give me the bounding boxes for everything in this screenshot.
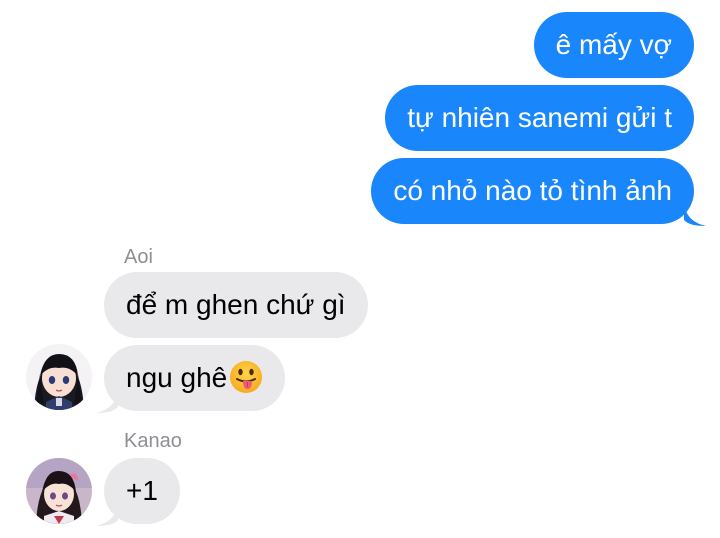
- bubble-tail: [96, 504, 118, 526]
- message-text: tự nhiên sanemi gửi t: [407, 102, 672, 133]
- bubble-tail: [684, 204, 706, 226]
- tongue-out-emoji-icon: [230, 361, 263, 393]
- message-text: có nhỏ nào tỏ tình ảnh: [393, 175, 672, 206]
- outgoing-message-bubble[interactable]: có nhỏ nào tỏ tình ảnh: [371, 158, 706, 226]
- message-text: để m ghen chứ gì: [126, 289, 346, 320]
- incoming-message-bubble[interactable]: +1: [96, 458, 180, 526]
- message-text: +1: [126, 475, 158, 506]
- bubble-tail: [96, 391, 118, 413]
- sender-name-aoi: Aoi: [124, 246, 153, 268]
- aoi-avatar-icon[interactable]: [26, 344, 92, 410]
- message-text: ê mấy vợ: [555, 29, 672, 60]
- outgoing-message-bubble[interactable]: tự nhiên sanemi gửi t: [385, 85, 694, 151]
- incoming-message-bubble[interactable]: ngu ghê: [96, 345, 286, 413]
- incoming-message-bubble[interactable]: để m ghen chứ gì: [104, 272, 368, 338]
- sender-name-kanao: Kanao: [124, 430, 182, 452]
- message-text: ngu ghê: [126, 362, 228, 393]
- outgoing-message-bubble[interactable]: ê mấy vợ: [533, 12, 694, 78]
- kanao-avatar-icon[interactable]: [26, 458, 92, 524]
